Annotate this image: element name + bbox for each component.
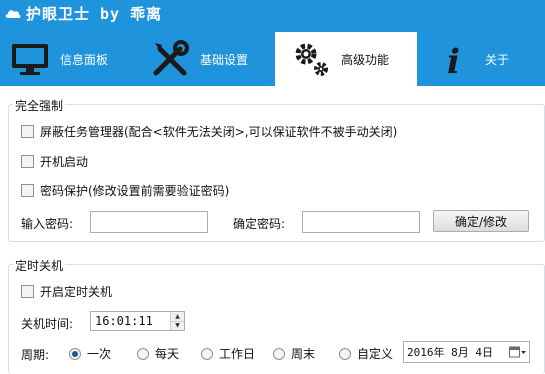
tab-info-panel[interactable]: 信息面板: [0, 32, 140, 86]
block-task-manager-option[interactable]: 屏蔽任务管理器(配合<软件无法关闭>,可以保证软件不被手动关闭): [21, 123, 397, 140]
period-daily-label: 每天: [155, 347, 180, 361]
shutdown-group: 定时关机 开启定时关机 关机时间: 16:01:11 ▲ ▼ 周期: 一次 每天…: [8, 257, 545, 374]
period-once-option[interactable]: 一次: [69, 345, 111, 362]
period-weekend-option[interactable]: 周末: [273, 345, 315, 362]
title-bar: 护眼卫士 by 乖离: [0, 0, 545, 26]
force-group: 完全强制 屏蔽任务管理器(配合<软件无法关闭>,可以保证软件不被手动关闭) 开机…: [8, 97, 545, 242]
password-label: 输入密码:: [21, 217, 74, 231]
auto-start-option[interactable]: 开机启动: [21, 153, 88, 170]
monitor-icon: [8, 37, 52, 81]
shutdown-time-input[interactable]: 16:01:11 ▲ ▼: [90, 311, 185, 331]
period-custom-option[interactable]: 自定义: [339, 345, 393, 362]
date-picker[interactable]: 2016年 8月 4日: [403, 341, 530, 363]
tab-basic-settings-label: 基础设置: [200, 52, 249, 67]
tab-advanced-features[interactable]: 高级功能: [275, 32, 417, 86]
auto-start-label: 开机启动: [40, 155, 89, 169]
shutdown-time-label: 关机时间:: [21, 317, 74, 331]
period-once-label: 一次: [87, 347, 112, 361]
shutdown-time-value: 16:01:11: [95, 314, 153, 328]
period-once-radio[interactable]: [69, 347, 81, 360]
confirm-password-input[interactable]: [302, 211, 420, 233]
force-group-legend: 完全强制: [13, 97, 66, 114]
period-workday-option[interactable]: 工作日: [201, 345, 255, 362]
tab-about-label: 关于: [485, 52, 510, 67]
spin-up-icon[interactable]: ▲: [171, 312, 184, 321]
block-task-manager-checkbox[interactable]: [21, 125, 34, 138]
password-input[interactable]: [90, 211, 208, 233]
confirm-modify-button[interactable]: 确定/修改: [433, 210, 529, 232]
spin-down-icon[interactable]: ▼: [171, 320, 184, 330]
window-title: 护眼卫士 by 乖离: [26, 4, 163, 23]
confirm-password-label: 确定密码:: [233, 217, 286, 231]
period-weekend-label: 周末: [291, 347, 316, 361]
tab-info-panel-label: 信息面板: [60, 52, 109, 67]
period-weekend-radio[interactable]: [273, 347, 285, 360]
tab-advanced-features-label: 高级功能: [341, 52, 390, 67]
period-custom-radio[interactable]: [339, 347, 351, 360]
block-task-manager-label: 屏蔽任务管理器(配合<软件无法关闭>,可以保证软件不被手动关闭): [40, 125, 398, 139]
svg-text:i: i: [447, 42, 460, 79]
tab-basic-settings[interactable]: 基础设置: [140, 32, 270, 86]
enable-shutdown-label: 开启定时关机: [40, 285, 113, 299]
enable-shutdown-checkbox[interactable]: [21, 285, 34, 298]
time-spinner[interactable]: ▲ ▼: [170, 312, 184, 330]
cloud-icon: [4, 6, 22, 20]
calendar-dropdown-icon[interactable]: [507, 346, 529, 358]
password-protect-option[interactable]: 密码保护(修改设置前需要验证密码): [21, 182, 229, 199]
gears-icon: [289, 37, 333, 81]
password-protect-checkbox[interactable]: [21, 184, 34, 197]
shutdown-group-legend: 定时关机: [13, 257, 66, 274]
info-icon: i: [433, 37, 477, 81]
password-protect-label: 密码保护(修改设置前需要验证密码): [40, 184, 230, 198]
tools-icon: [148, 37, 192, 81]
enable-shutdown-option[interactable]: 开启定时关机: [21, 283, 112, 300]
period-label: 周期:: [21, 348, 50, 362]
tab-about[interactable]: i 关于: [425, 32, 545, 86]
period-workday-radio[interactable]: [201, 347, 213, 360]
period-workday-label: 工作日: [219, 347, 256, 361]
auto-start-checkbox[interactable]: [21, 155, 34, 168]
period-daily-radio[interactable]: [137, 347, 149, 360]
tab-bar: 信息面板 基础设置 高级功能 i 关于: [0, 26, 545, 86]
date-value: 2016年 8月 4日: [407, 346, 493, 359]
period-custom-label: 自定义: [357, 347, 394, 361]
period-daily-option[interactable]: 每天: [137, 345, 179, 362]
